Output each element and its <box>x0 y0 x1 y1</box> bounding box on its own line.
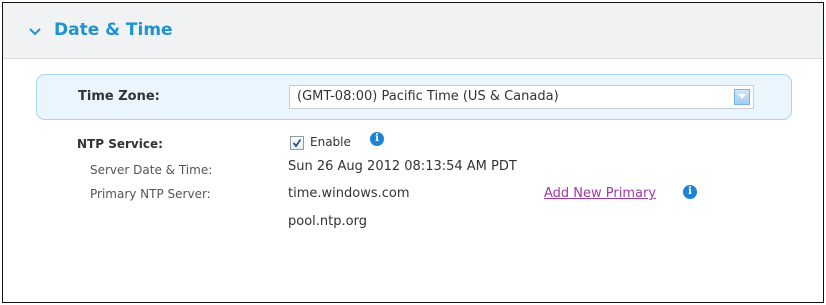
chevron-down-icon[interactable] <box>29 28 41 36</box>
ntp-enable-checkbox[interactable] <box>290 136 304 150</box>
checkmark-icon <box>292 138 302 148</box>
time-zone-selected-value: (GMT-08:00) Pacific Time (US & Canada) <box>297 89 559 104</box>
server-date-time-label: Server Date & Time: <box>90 163 213 177</box>
dropdown-arrow-icon[interactable] <box>734 89 750 105</box>
secondary-ntp-server-value: pool.ntp.org <box>288 214 367 229</box>
time-zone-row: Time Zone: (GMT-08:00) Pacific Time (US … <box>36 74 792 120</box>
info-icon[interactable]: i <box>370 132 384 146</box>
time-zone-select[interactable]: (GMT-08:00) Pacific Time (US & Canada) <box>289 85 754 109</box>
section-header[interactable]: Date & Time <box>3 3 823 59</box>
info-icon[interactable]: i <box>683 185 697 199</box>
primary-ntp-server-value: time.windows.com <box>288 186 410 201</box>
time-zone-label: Time Zone: <box>78 89 160 104</box>
server-date-time-value: Sun 26 Aug 2012 08:13:54 AM PDT <box>288 159 517 174</box>
date-time-panel: Date & Time Time Zone: (GMT-08:00) Pacif… <box>2 2 824 303</box>
add-new-primary-link[interactable]: Add New Primary <box>544 186 656 201</box>
ntp-enable-label: Enable <box>310 135 351 149</box>
section-title: Date & Time <box>54 20 173 40</box>
primary-ntp-server-label: Primary NTP Server: <box>90 187 211 201</box>
ntp-service-label: NTP Service: <box>77 137 163 151</box>
